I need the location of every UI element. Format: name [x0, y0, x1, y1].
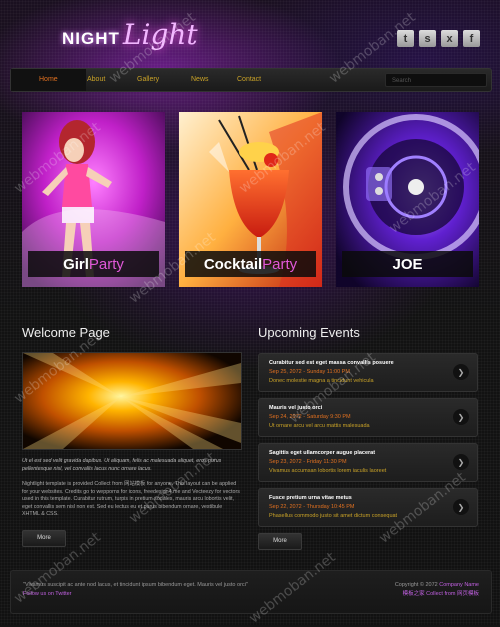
event-item[interactable]: Fusce pretium urna vitae metus Sep 22, 2… — [258, 488, 478, 527]
event-title: Curabitur sed est eget massa convallis p… — [269, 360, 394, 366]
skype-icon[interactable]: s — [419, 30, 436, 47]
events-more-button[interactable]: More — [258, 533, 302, 550]
nav-home[interactable]: Home — [11, 69, 86, 91]
event-date: Sep 24, 2072 - Saturday 9:30 PM — [269, 414, 351, 420]
welcome-body: Nightlight template is provided Collect … — [22, 481, 240, 517]
background-texture — [0, 0, 500, 625]
arrow-right-icon[interactable]: ❯ — [453, 364, 469, 380]
site-logo[interactable]: NIGHT Light — [62, 18, 198, 52]
arrow-right-icon[interactable]: ❯ — [453, 499, 469, 515]
search-input[interactable]: Search — [385, 73, 487, 87]
nav-about[interactable]: About — [87, 69, 105, 91]
banner-accent: Party — [262, 255, 298, 273]
banner-joe[interactable]: JOE — [336, 112, 479, 287]
events-title: Upcoming Events — [258, 325, 360, 340]
welcome-more-button[interactable]: More — [22, 530, 66, 547]
event-title: Fusce pretium urna vitae metus — [269, 495, 352, 501]
nav-gallery[interactable]: Gallery — [137, 69, 159, 91]
event-text: Ut ornare arcu vel arcu mattis malesuada — [269, 423, 370, 429]
copyright-text: Copyright © 2072 — [394, 582, 438, 588]
twitter-follow-link[interactable]: Follow us on Twitter — [23, 591, 72, 597]
xing-icon[interactable]: x — [441, 30, 458, 47]
welcome-intro: Ut el est sed velit gravida dapibus. Ut … — [22, 458, 222, 472]
company-name-link[interactable]: Company Name — [439, 582, 479, 588]
social-icons: t s x f — [397, 30, 480, 47]
event-date: Sep 22, 2072 - Thursday 10:45 PM — [269, 504, 355, 510]
banner-girl-party[interactable]: Girl Party — [22, 112, 165, 287]
logo-night-text: NIGHT — [62, 29, 120, 48]
footer-copyright-block: Copyright © 2072 Company Name 模板之家 Colle… — [395, 581, 479, 599]
footer: "Vivamus suscipit ac ante nod lacus, et … — [10, 570, 492, 614]
banner-title: Cocktail — [203, 255, 263, 273]
event-text: Donec molestie magna a tincidunt vehicul… — [269, 378, 374, 384]
event-text: Phasellus commodo justo sit amet dictum … — [269, 513, 398, 519]
logo-light-text: Light — [122, 18, 198, 51]
event-item[interactable]: Curabitur sed est eget massa convallis p… — [258, 353, 478, 392]
banner-cocktail-party[interactable]: Cocktail Party — [179, 112, 322, 287]
event-title: Mauris vel justo orci — [269, 405, 323, 411]
arrow-right-icon[interactable]: ❯ — [453, 409, 469, 425]
event-date: Sep 25, 2072 - Sunday 11:00 PM — [269, 369, 350, 375]
event-text: Vivamus accumsan lobortis lorem iaculis … — [269, 468, 387, 474]
banner-caption: JOE — [342, 251, 473, 277]
footer-quote-block: "Vivamus suscipit ac ante nod lacus, et … — [23, 581, 263, 599]
event-title: Sagittis eget ullamcorper augue placerat — [269, 450, 376, 456]
event-item[interactable]: Sagittis eget ullamcorper augue placerat… — [258, 443, 478, 482]
event-item[interactable]: Mauris vel justo orci Sep 24, 2072 - Sat… — [258, 398, 478, 437]
welcome-image — [22, 352, 242, 450]
banner-caption: Cocktail Party — [185, 251, 316, 277]
nav-contact[interactable]: Contact — [237, 69, 261, 91]
twitter-icon[interactable]: t — [397, 30, 414, 47]
nav-news[interactable]: News — [191, 69, 209, 91]
banner-title: Girl — [63, 255, 89, 273]
banner-accent: Party — [88, 255, 124, 273]
welcome-title: Welcome Page — [22, 325, 110, 340]
main-nav: Home About Gallery News Contact Search — [10, 68, 492, 92]
banner-title: JOE — [392, 255, 423, 273]
footer-credit[interactable]: 模板之家 Collect from 网页模板 — [395, 590, 479, 599]
event-date: Sep 23, 2072 - Friday 11:30 PM — [269, 459, 347, 465]
facebook-icon[interactable]: f — [463, 30, 480, 47]
footer-quote: "Vivamus suscipit ac ante nod lacus, et … — [23, 582, 248, 588]
arrow-right-icon[interactable]: ❯ — [453, 454, 469, 470]
banner-caption: Girl Party — [28, 251, 159, 277]
